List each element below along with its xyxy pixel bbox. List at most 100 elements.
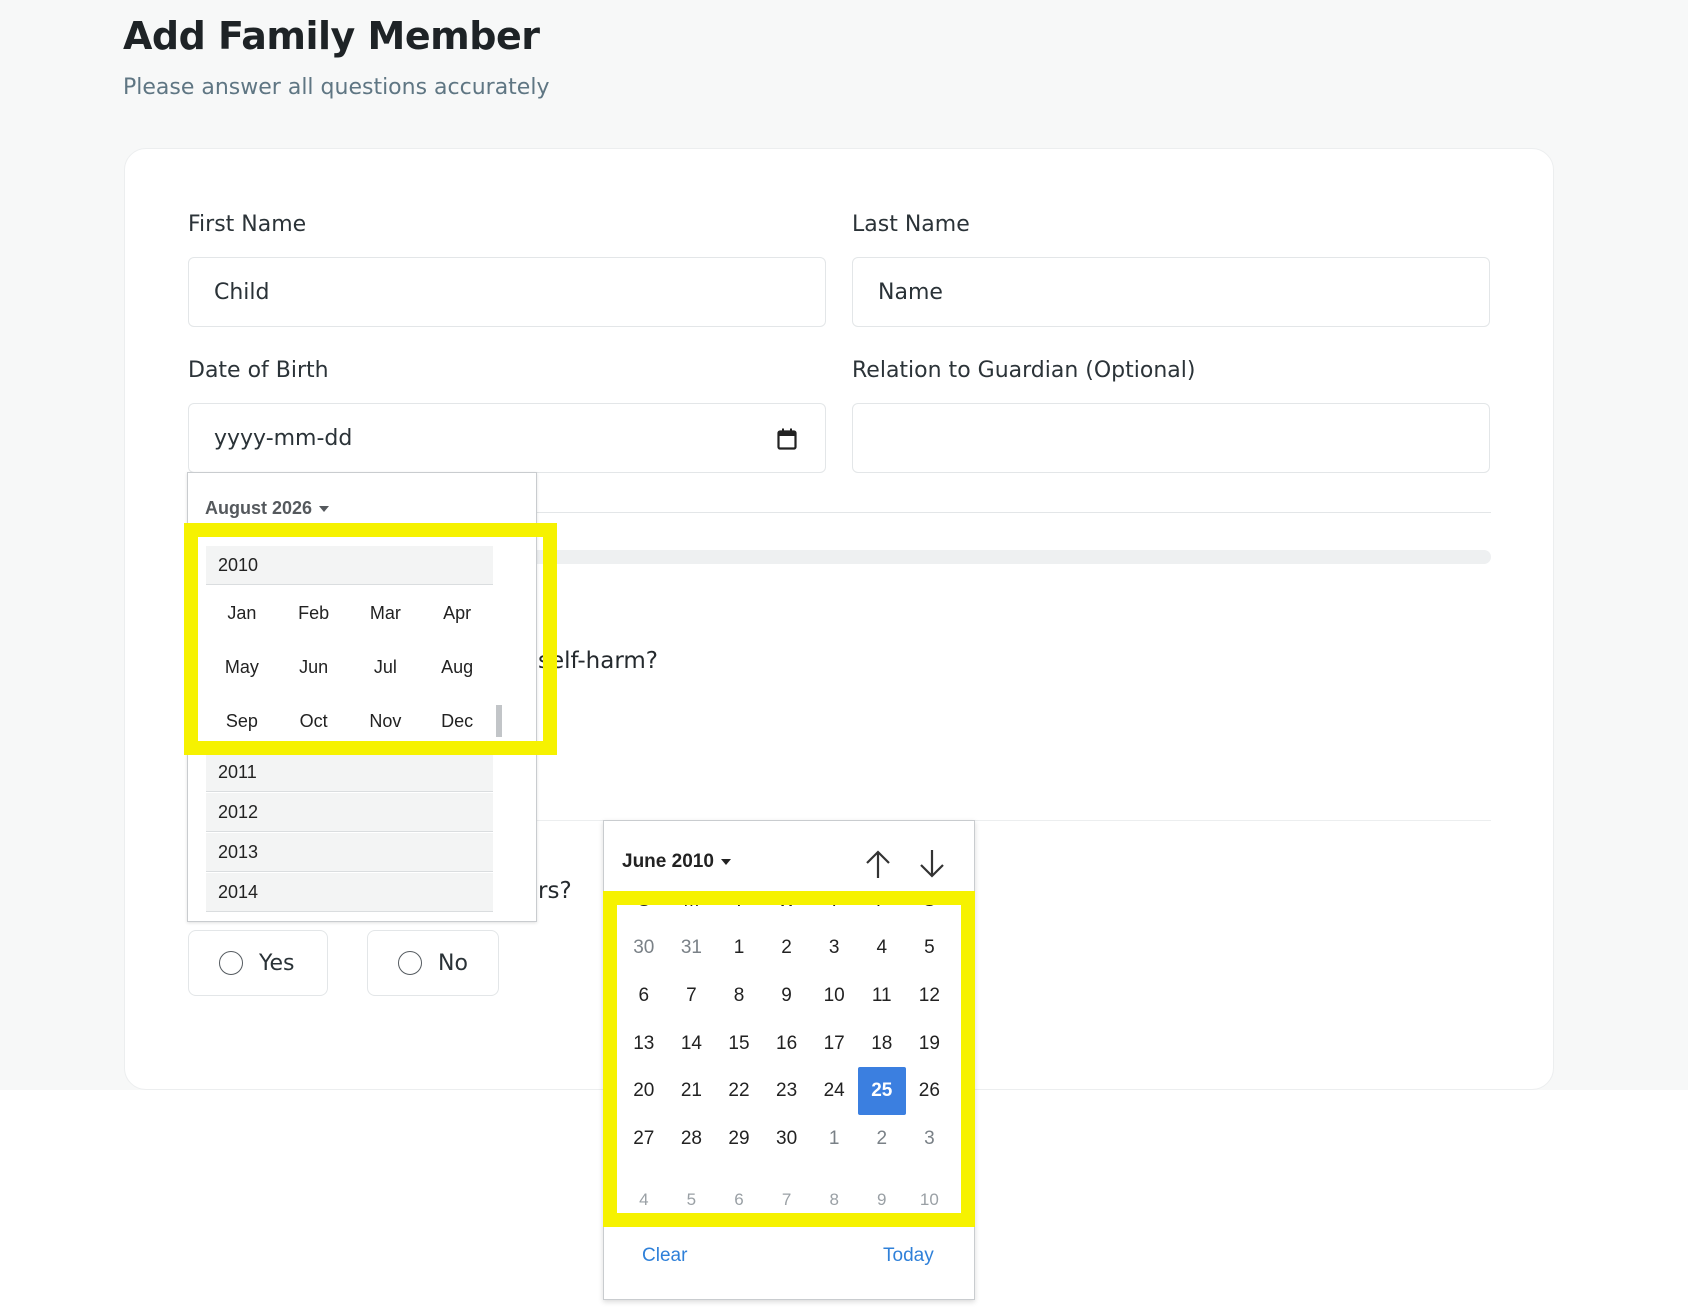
day-cell[interactable]: 6 [715, 1163, 763, 1211]
year-row[interactable]: 2014 [206, 873, 493, 912]
last-name-input[interactable]: Name [852, 257, 1490, 327]
day-cell[interactable]: 16 [763, 1020, 811, 1068]
month-cell[interactable]: Jan [206, 586, 278, 640]
clear-button[interactable]: Clear [642, 1245, 687, 1267]
option-yes[interactable]: Yes [188, 930, 328, 996]
weekday-header: F [875, 889, 888, 911]
relation-input[interactable] [852, 403, 1490, 473]
day-cell[interactable]: 2 [858, 1115, 906, 1163]
day-grid: S M T W T F S 30 31 1 2 3 4 5 6 7 8 9 10 11 12 13 14 15 16 17 18 19… [620, 877, 956, 1210]
day-cell[interactable]: 23 [763, 1067, 811, 1115]
day-cell[interactable]: 5 [906, 925, 954, 973]
weekday-header: T [828, 889, 840, 911]
dob-label: Date of Birth [188, 358, 329, 383]
question-self-harm-fragment: self-harm? [538, 648, 658, 674]
page-title: Add Family Member [123, 14, 540, 58]
date-picker-header-label: June 2010 [622, 851, 714, 872]
day-cell[interactable]: 10 [906, 1163, 954, 1211]
today-button[interactable]: Today [883, 1245, 934, 1267]
month-cell[interactable]: Apr [421, 586, 493, 640]
month-picker-header[interactable]: August 2026 [205, 498, 330, 519]
day-cell[interactable]: 15 [715, 1020, 763, 1068]
first-name-input[interactable]: Child [188, 257, 826, 327]
month-cell[interactable]: Sep [206, 694, 278, 748]
radio-circle-icon [219, 951, 243, 975]
day-cell[interactable]: 21 [668, 1067, 716, 1115]
day-cell[interactable]: 12 [906, 972, 954, 1020]
day-cell[interactable]: 7 [668, 972, 716, 1020]
month-cell[interactable]: Oct [278, 694, 350, 748]
day-cell[interactable]: 9 [858, 1163, 906, 1211]
day-cell[interactable]: 2 [763, 925, 811, 973]
day-cell[interactable]: 1 [715, 925, 763, 973]
day-cell[interactable]: 28 [668, 1115, 716, 1163]
year-label: 2011 [218, 761, 257, 782]
day-cell[interactable]: 3 [810, 925, 858, 973]
day-cell[interactable]: 30 [620, 925, 668, 973]
arrow-up-icon[interactable] [861, 847, 895, 881]
day-cell[interactable]: 26 [906, 1067, 954, 1115]
month-cell[interactable]: Nov [350, 694, 422, 748]
day-cell[interactable]: 24 [810, 1067, 858, 1115]
date-picker-header[interactable]: June 2010 [622, 851, 731, 873]
radio-circle-icon [398, 951, 422, 975]
day-cell[interactable]: 6 [620, 972, 668, 1020]
day-cell[interactable]: 7 [763, 1163, 811, 1211]
year-row[interactable]: 2012 [206, 793, 493, 832]
caret-down-icon [319, 505, 330, 512]
day-cell[interactable]: 11 [858, 972, 906, 1020]
dob-input[interactable]: yyyy-mm-dd [188, 403, 826, 473]
month-cell[interactable]: Feb [278, 586, 350, 640]
month-cell[interactable]: Mar [350, 586, 422, 640]
day-cell[interactable]: 8 [810, 1163, 858, 1211]
month-cell[interactable]: May [206, 640, 278, 694]
day-cell[interactable]: 1 [810, 1115, 858, 1163]
day-cell[interactable]: 10 [810, 972, 858, 1020]
day-cell[interactable]: 14 [668, 1020, 716, 1068]
day-cell-selected[interactable]: 25 [857, 1067, 906, 1115]
day-cell[interactable]: 13 [620, 1020, 668, 1068]
option-no-label: No [438, 950, 468, 976]
day-cell[interactable]: 19 [906, 1020, 954, 1068]
day-cell[interactable]: 27 [620, 1115, 668, 1163]
day-cell[interactable]: 5 [668, 1163, 716, 1211]
calendar-icon[interactable] [777, 428, 797, 450]
dob-value: yyyy-mm-dd [214, 425, 353, 451]
year-row[interactable]: 2013 [206, 833, 493, 872]
month-cell[interactable]: Dec [421, 694, 493, 748]
year-row-selected[interactable]: 2010 [206, 546, 493, 585]
day-cell[interactable]: 22 [715, 1067, 763, 1115]
last-name-label: Last Name [852, 212, 970, 237]
day-cell[interactable]: 20 [620, 1067, 668, 1115]
arrow-down-icon[interactable] [915, 847, 949, 881]
weekday-header: M [683, 889, 700, 911]
month-cell[interactable]: Jun [278, 640, 350, 694]
day-cell[interactable]: 18 [858, 1020, 906, 1068]
day-cell[interactable]: 9 [763, 972, 811, 1020]
first-name-label: First Name [188, 212, 307, 237]
day-cell[interactable]: 8 [715, 972, 763, 1020]
option-no[interactable]: No [367, 930, 499, 996]
day-cell[interactable]: 4 [620, 1163, 668, 1211]
popup-scrollbar[interactable] [496, 705, 502, 737]
date-picker-popup: June 2010 S M T W T F S 30 31 1 2 3 4 5 6 7 8 9 10 11 12 13 14… [603, 820, 975, 1300]
weekday-header: S [923, 889, 936, 911]
month-picker-header-label: August 2026 [205, 498, 313, 518]
relation-label: Relation to Guardian (Optional) [852, 358, 1196, 383]
caret-down-icon [720, 859, 731, 865]
last-name-value: Name [878, 279, 943, 305]
year-label: 2014 [218, 881, 259, 902]
weekday-header: W [777, 889, 796, 911]
day-cell[interactable]: 30 [763, 1115, 811, 1163]
month-cell[interactable]: Aug [421, 640, 493, 694]
day-cell[interactable]: 29 [715, 1115, 763, 1163]
day-cell[interactable]: 4 [858, 925, 906, 973]
option-yes-label: Yes [259, 950, 295, 976]
day-cell[interactable]: 17 [810, 1020, 858, 1068]
day-cell[interactable]: 31 [668, 925, 716, 973]
month-cell[interactable]: Jul [350, 640, 422, 694]
question-second-fragment: rs? [538, 878, 572, 904]
weekday-header: S [637, 889, 651, 911]
day-cell[interactable]: 3 [906, 1115, 954, 1163]
year-row[interactable]: 2011 [206, 753, 493, 792]
